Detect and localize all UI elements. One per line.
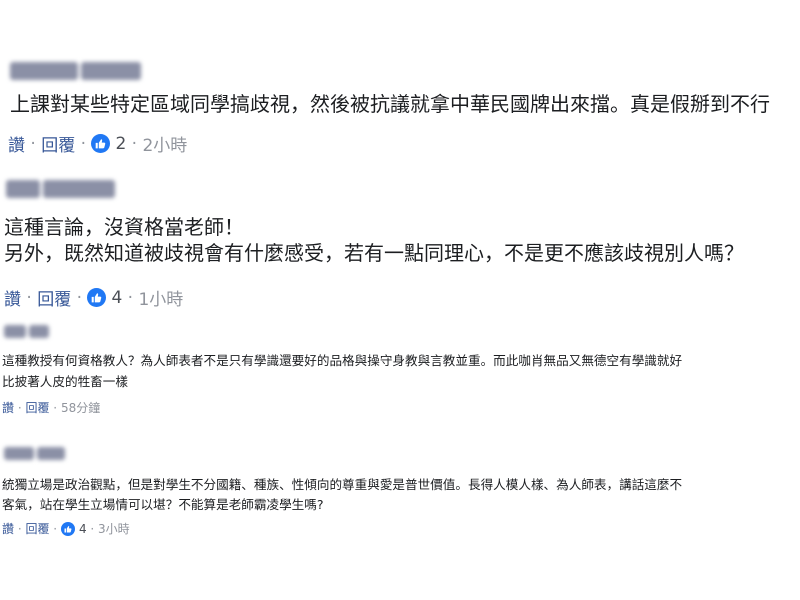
comment-text: 這種言論，沒資格當老師！ 另外，既然知道被歧視會有什麼感受，若有一點同理心，不是… [4,214,744,266]
separator-dot: · [25,133,42,154]
separator-dot: · [49,521,61,536]
separator-dot: · [86,521,99,536]
reply-link[interactable]: 回覆 [25,520,49,537]
separator-dot: · [126,133,143,154]
reply-link[interactable]: 回覆 [25,399,49,416]
thumbs-up-icon[interactable] [87,288,107,307]
reaction-count[interactable]: 2 [115,134,126,154]
separator-dot: · [14,521,26,536]
reply-link[interactable]: 回覆 [37,285,71,310]
comment-actions: 讚 · 回覆 · 2 · 2小時 [8,131,187,157]
separator-dot: · [71,287,88,308]
comment-line: 這種言論，沒資格當老師！ [4,215,244,239]
comment-text: 上課對某些特定區域同學搞歧視，然後被抗議就拿中華民國牌出來擋。真是假掰到不行 [10,90,770,118]
reaction-count[interactable]: 4 [79,522,87,536]
separator-dot: · [122,287,139,308]
timestamp[interactable]: 58分鐘 [61,399,100,416]
comment-actions: 讚 · 回覆 · 4 · 3小時 [2,520,130,537]
commenter-name-blurred[interactable] [6,180,115,198]
like-link[interactable]: 讚 [2,399,14,416]
comment-thread: 上課對某些特定區域同學搞歧視，然後被抗議就拿中華民國牌出來擋。真是假掰到不行 讚… [0,0,800,600]
comment-line: 客氣，站在學生立場情可以堪？不能算是老師霸凌學生嗎? [2,497,324,512]
commenter-name-blurred[interactable] [4,447,65,460]
comment-actions: 讚 · 回覆 · 58分鐘 [2,399,100,416]
commenter-name-blurred[interactable] [4,325,49,338]
thumbs-up-icon[interactable] [91,134,111,153]
comment-actions: 讚 · 回覆 · 4 · 1小時 [4,285,183,311]
comment-line: 上課對某些特定區域同學搞歧視，然後被抗議就拿中華民國牌出來擋。真是假掰到不行 [10,92,770,116]
comment-line: 這種教授有何資格教人？為人師表者不是只有學識還要好的品格與操守身教與言教並重。而… [2,353,683,368]
comment-line: 統獨立場是政治觀點，但是對學生不分國籍、種族、性傾向的尊重與愛是普世價值。長得人… [2,477,683,492]
commenter-name-blurred[interactable] [10,62,141,80]
separator-dot: · [21,287,38,308]
separator-dot: · [14,400,26,415]
reply-link[interactable]: 回覆 [41,131,75,156]
like-link[interactable]: 讚 [8,131,25,156]
like-link[interactable]: 讚 [4,285,21,310]
comment-line: 比披著人皮的牲畜一樣 [2,374,128,389]
comment-line: 另外，既然知道被歧視會有什麼感受，若有一點同理心，不是更不應該歧視別人嗎？ [4,241,744,265]
timestamp[interactable]: 1小時 [138,285,183,310]
thumbs-up-icon[interactable] [60,521,75,536]
like-link[interactable]: 讚 [2,520,14,537]
separator-dot: · [75,133,92,154]
reaction-count[interactable]: 4 [111,288,122,308]
separator-dot: · [49,400,61,415]
timestamp[interactable]: 3小時 [98,520,130,537]
comment-text: 統獨立場是政治觀點，但是對學生不分國籍、種族、性傾向的尊重與愛是普世價值。長得人… [2,475,682,515]
comment-text: 這種教授有何資格教人？為人師表者不是只有學識還要好的品格與操守身教與言教並重。而… [2,350,682,392]
timestamp[interactable]: 2小時 [142,131,187,156]
